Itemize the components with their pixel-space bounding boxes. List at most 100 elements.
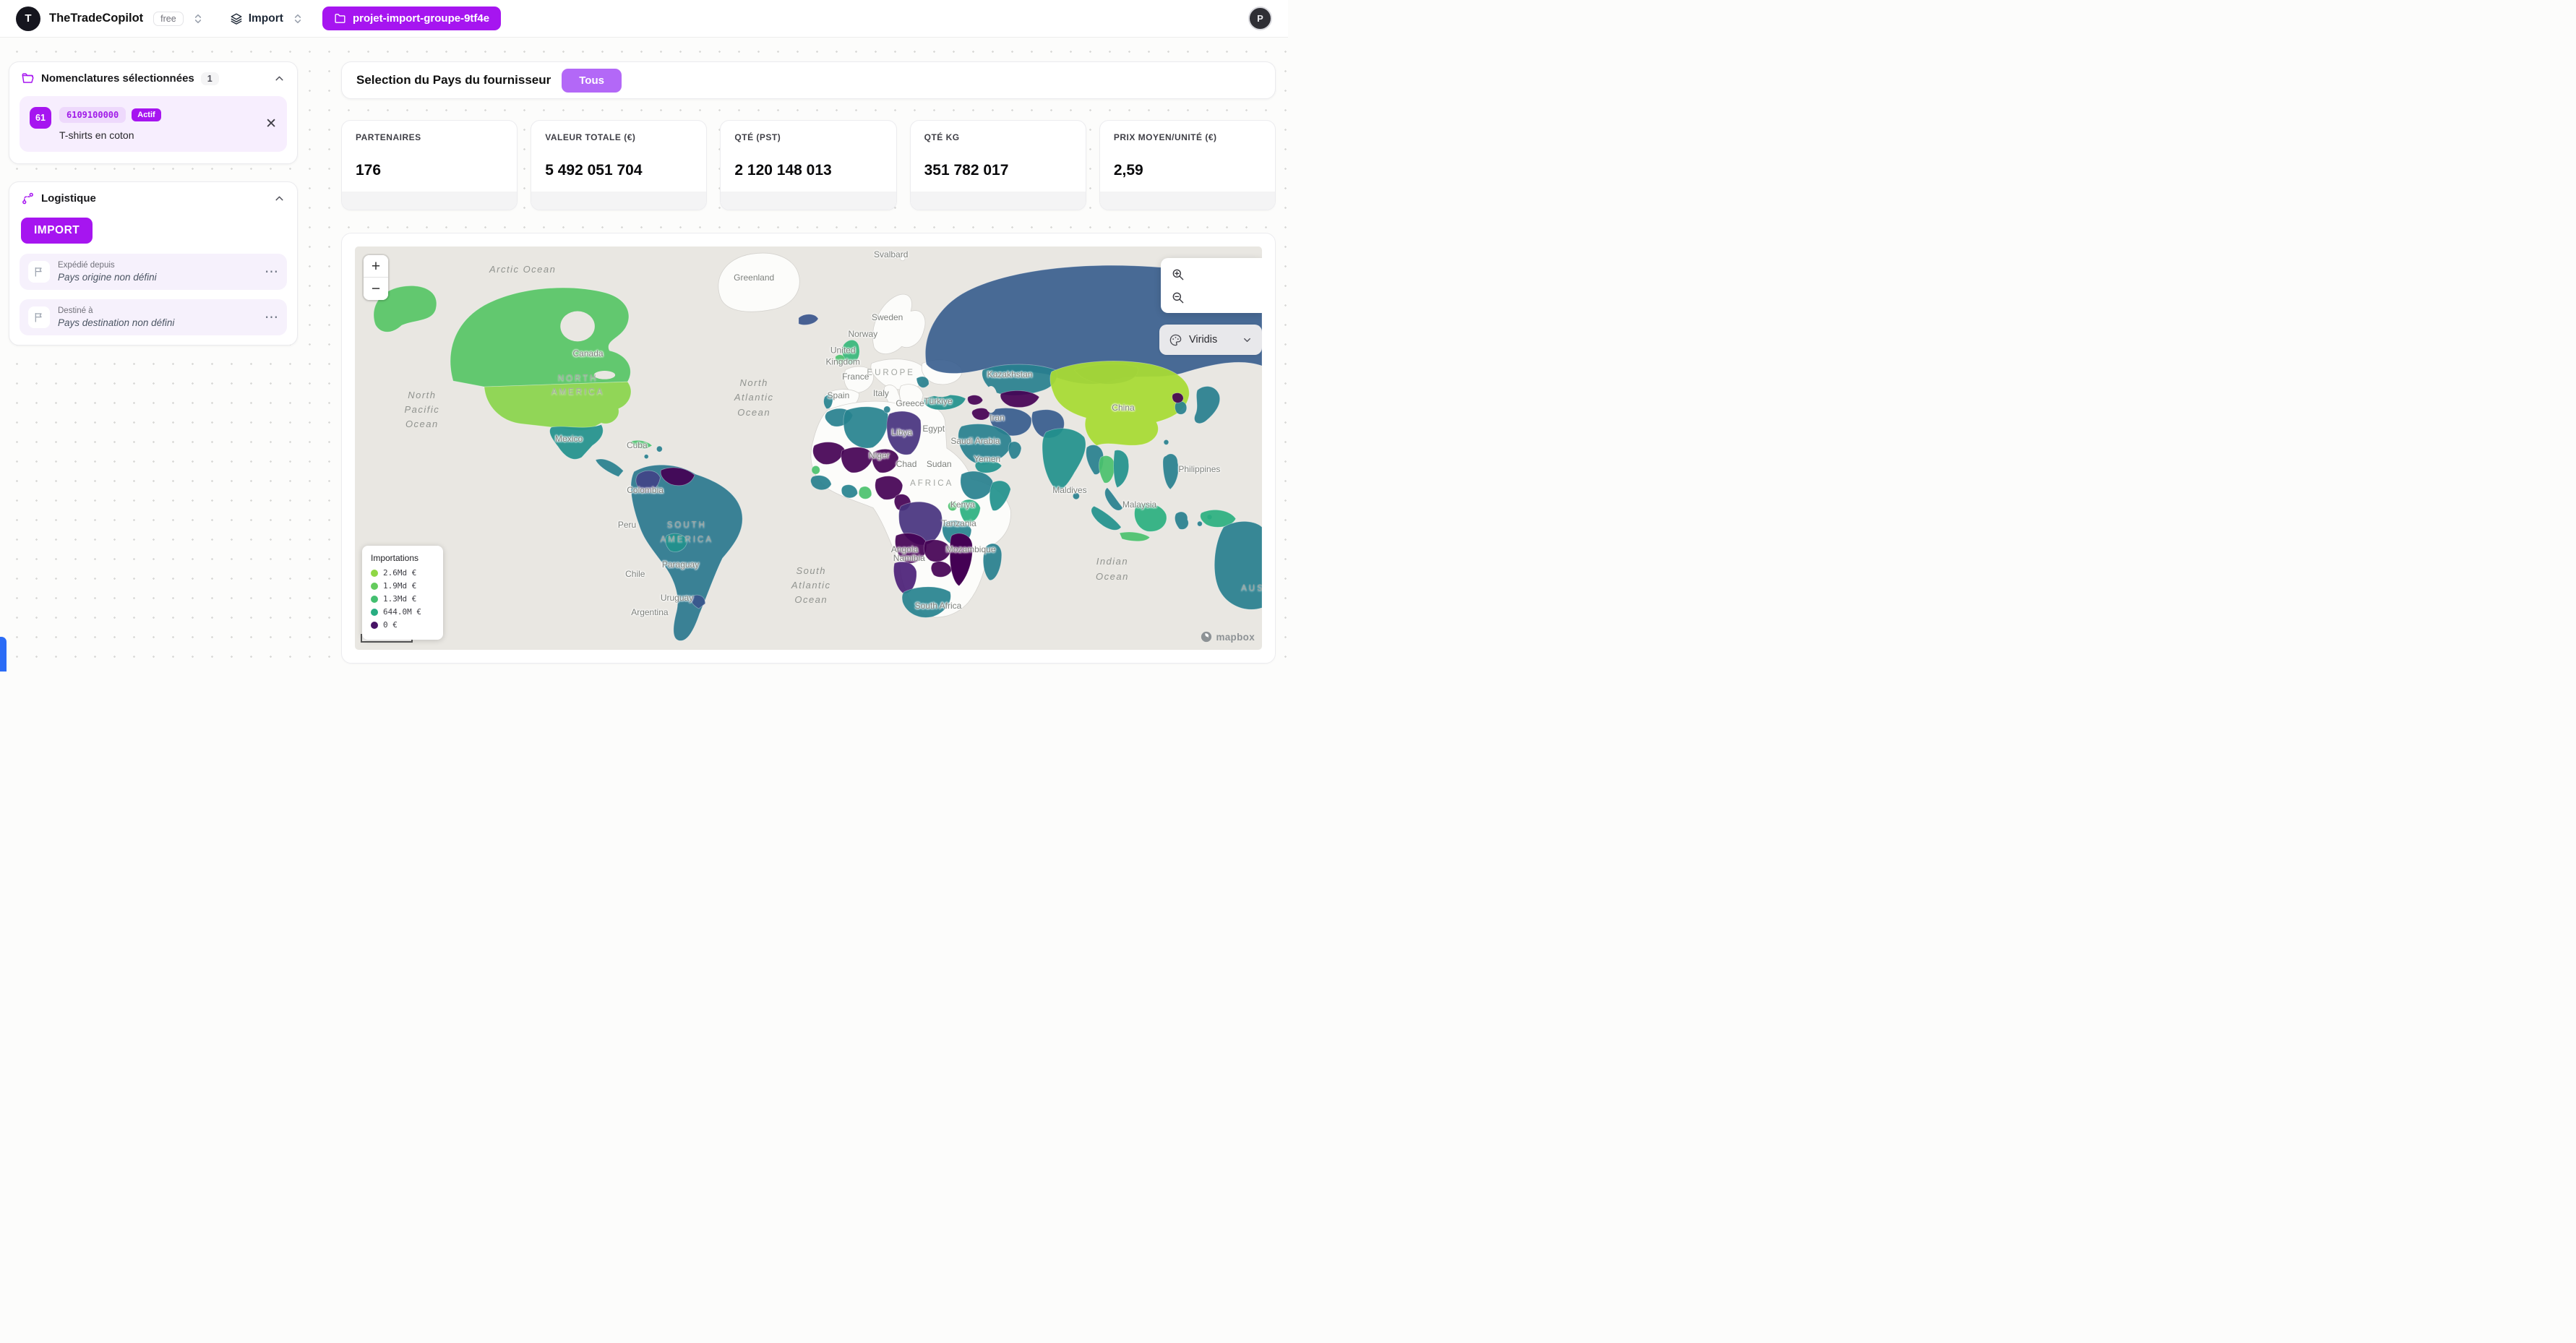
remove-nomenclature-button[interactable]: ✕: [265, 117, 277, 131]
mapbox-wordmark: mapbox: [1216, 632, 1255, 643]
destination-label: Destiné à: [58, 306, 174, 315]
magnifier-zoom-out-button[interactable]: [1167, 287, 1188, 307]
origin-country-row[interactable]: Expédié depuis Pays origine non défini ⋯: [20, 254, 287, 290]
project-button-label: projet-import-groupe-9tf4e: [353, 12, 489, 25]
legend-color-dot: [371, 609, 378, 616]
legend-color-dot: [371, 622, 378, 629]
map[interactable]: Arctic OceanSvalbardGreenlandSwedenNorwa…: [355, 246, 1262, 650]
stat-card-valeur-totale: VALEUR TOTALE (€) 5 492 051 704: [531, 120, 707, 210]
collapse-logistique-button[interactable]: [273, 192, 285, 205]
legend-item: 1.9Md €: [371, 581, 434, 591]
stat-value: 2 120 148 013: [734, 162, 882, 179]
stats-row: PARTENAIRES 176 VALEUR TOTALE (€) 5 492 …: [341, 120, 1276, 210]
chevron-up-icon: [273, 72, 285, 85]
stat-label: VALEUR TOTALE (€): [545, 132, 692, 142]
chevron-up-icon: [273, 192, 285, 205]
legend-color-dot: [371, 570, 378, 577]
legend-label: 1.3Md €: [383, 594, 416, 604]
legend-item: 0 €: [371, 620, 434, 630]
stat-value: 351 782 017: [924, 162, 1072, 179]
legend-item: 644.0M €: [371, 607, 434, 617]
stat-label: PARTENAIRES: [356, 132, 503, 142]
nomenclatures-count-badge: 1: [201, 72, 219, 85]
magnifier-zoom-in-button[interactable]: [1167, 264, 1188, 284]
nomenclature-chapter-badge: 61: [30, 107, 51, 129]
user-avatar-letter: P: [1257, 13, 1263, 24]
zoom-in-button[interactable]: +: [364, 255, 388, 278]
app-logo-letter: T: [25, 12, 31, 25]
stat-value: 5 492 051 704: [545, 162, 692, 179]
stat-card-qte-pst: QTÉ (PST) 2 120 148 013: [720, 120, 896, 210]
map-legend: Importations 2.6Md € 1.9Md € 1.3Md € 644.0M…: [362, 546, 443, 640]
nav-import[interactable]: Import: [230, 12, 283, 25]
user-avatar[interactable]: P: [1248, 7, 1272, 30]
palette-selector-value: Viridis: [1189, 334, 1217, 346]
palette-selector[interactable]: Viridis: [1159, 325, 1262, 355]
legend-label: 1.9Md €: [383, 581, 416, 591]
legend-color-dot: [371, 596, 378, 603]
destination-options-button[interactable]: ⋯: [265, 311, 278, 325]
sidebar: Nomenclatures sélectionnées 1 61 6109100…: [9, 61, 298, 346]
map-card: Arctic OceanSvalbardGreenlandSwedenNorwa…: [341, 233, 1276, 664]
nav-import-label: Import: [249, 12, 283, 25]
folder-open-icon: [21, 72, 35, 85]
app-logo: T: [16, 7, 40, 31]
mapbox-logo-icon: [1200, 630, 1213, 643]
logistique-title: Logistique: [41, 192, 96, 205]
nomenclatures-panel-header: Nomenclatures sélectionnées 1: [9, 62, 297, 95]
stat-value: 2,59: [1114, 162, 1261, 179]
map-zoom-control: + −: [364, 255, 388, 300]
workspace-switcher-icon[interactable]: [191, 12, 205, 26]
nomenclature-item-content: 6109100000 Actif T-shirts en coton: [59, 107, 161, 141]
nomenclature-item[interactable]: 61 6109100000 Actif T-shirts en coton ✕: [20, 96, 287, 152]
legend-label: 644.0M €: [383, 607, 421, 617]
chat-widget-sliver[interactable]: [0, 637, 7, 672]
project-button[interactable]: projet-import-groupe-9tf4e: [322, 7, 501, 30]
legend-label: 2.6Md €: [383, 568, 416, 578]
palette-icon: [1169, 333, 1182, 347]
legend-item: 1.3Md €: [371, 594, 434, 604]
nomenclature-code-badge: 6109100000: [59, 107, 126, 123]
legend-item: 2.6Md €: [371, 568, 434, 578]
stat-card-partenaires: PARTENAIRES 176: [341, 120, 518, 210]
world-map-svg: [355, 246, 1262, 650]
destination-value: Pays destination non défini: [58, 317, 174, 328]
supplier-country-title: Selection du Pays du fournisseur: [356, 73, 551, 87]
route-icon: [21, 192, 35, 205]
stat-label: QTÉ KG: [924, 132, 1072, 142]
collapse-nomenclatures-button[interactable]: [273, 72, 285, 85]
import-mode-button[interactable]: IMPORT: [21, 218, 93, 244]
nomenclatures-title: Nomenclatures sélectionnées: [41, 72, 194, 85]
mapbox-attribution: mapbox: [1200, 630, 1255, 643]
stat-card-footer: [531, 192, 706, 210]
country-filter-button[interactable]: Tous: [562, 69, 622, 93]
app-name: TheTradeCopilot: [49, 12, 143, 25]
magnifier-plus-icon: [1171, 267, 1185, 281]
legend-color-dot: [371, 583, 378, 590]
logistique-panel: Logistique IMPORT Expédié depuis Pays or…: [9, 181, 298, 346]
magnifier-minus-icon: [1171, 291, 1185, 304]
project-switcher-icon[interactable]: [291, 12, 305, 26]
origin-options-button[interactable]: ⋯: [265, 265, 278, 279]
stat-card-footer: [342, 192, 517, 210]
flag-icon: [28, 261, 50, 283]
zoom-out-button[interactable]: −: [364, 278, 388, 300]
flag-icon: [28, 306, 50, 328]
map-countries: [374, 252, 1262, 640]
stat-card-qte-kg: QTÉ KG 351 782 017: [910, 120, 1086, 210]
stat-label: PRIX MOYEN/UNITÉ (€): [1114, 132, 1261, 142]
supplier-country-card: Selection du Pays du fournisseur Tous: [341, 61, 1276, 99]
destination-country-row[interactable]: Destiné à Pays destination non défini ⋯: [20, 299, 287, 335]
stat-card-footer: [721, 192, 896, 210]
stat-card-prix-moyen: PRIX MOYEN/UNITÉ (€) 2,59: [1099, 120, 1276, 210]
legend-label: 0 €: [383, 620, 398, 630]
legend-items: 2.6Md € 1.9Md € 1.3Md € 644.0M € 0 €: [371, 568, 434, 630]
status-badge: Actif: [132, 108, 160, 121]
legend-title: Importations: [371, 553, 434, 563]
layers-icon: [230, 12, 243, 25]
stat-card-footer: [911, 192, 1086, 210]
main-content: Selection du Pays du fournisseur Tous PA…: [341, 61, 1276, 664]
nomenclatures-panel: Nomenclatures sélectionnées 1 61 6109100…: [9, 61, 298, 164]
stat-label: QTÉ (PST): [734, 132, 882, 142]
stat-value: 176: [356, 162, 503, 179]
